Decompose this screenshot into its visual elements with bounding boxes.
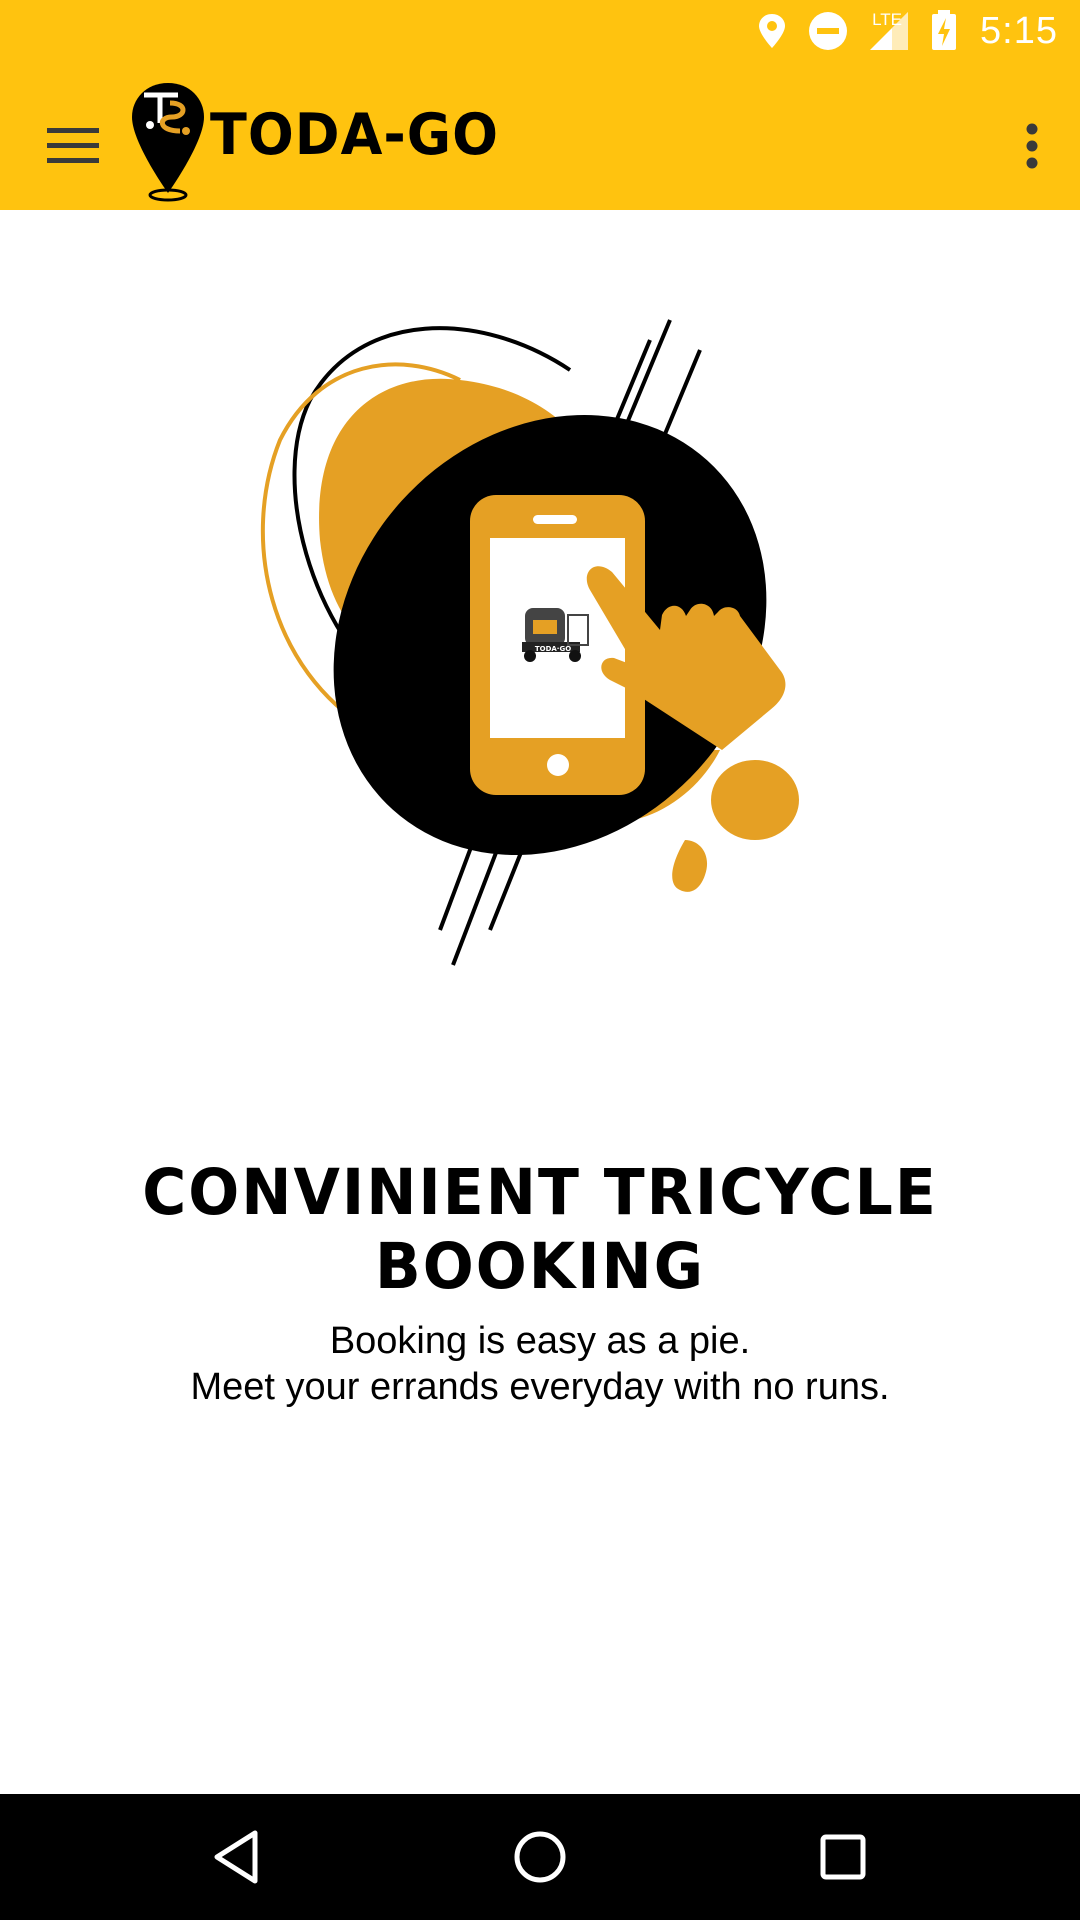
back-button[interactable] [196,1817,276,1897]
back-triangle-icon [214,1830,258,1884]
network-type-label: LTE [872,10,902,29]
toda-go-logo [132,83,204,202]
status-time: 5:15 [980,10,1058,52]
location-icon [759,14,786,48]
overflow-menu-button[interactable] [1000,103,1064,189]
headline: CONVINIENT TRICYCLE BOOKING [142,1156,938,1304]
app-bar: TODA-GO [0,63,1080,210]
hamburger-menu-icon [47,128,99,163]
subtext-line-2: Meet your errands everyday with no runs. [190,1366,890,1408]
menu-button[interactable] [30,103,116,189]
recents-button[interactable] [803,1817,883,1897]
more-vertical-icon [1026,123,1038,169]
svg-text:TODA·GO: TODA·GO [535,645,571,653]
battery-charging-icon [932,10,957,50]
subtext-line-1: Booking is easy as a pie. [329,1320,751,1362]
booking-illustration: TODA·GO [260,319,799,966]
app-brand-title: TODA-GO [210,101,499,168]
recents-square-icon [820,1834,866,1880]
home-button[interactable] [500,1817,580,1897]
status-icons: LTE 5:15 [752,0,1080,63]
subtext: Booking is easy as a pie. Meet your erra… [0,1318,1080,1410]
do-not-disturb-icon [809,12,848,50]
system-nav-bar [0,1794,1080,1920]
home-circle-icon [514,1831,566,1883]
status-bar: LTE 5:15 [0,0,1080,63]
